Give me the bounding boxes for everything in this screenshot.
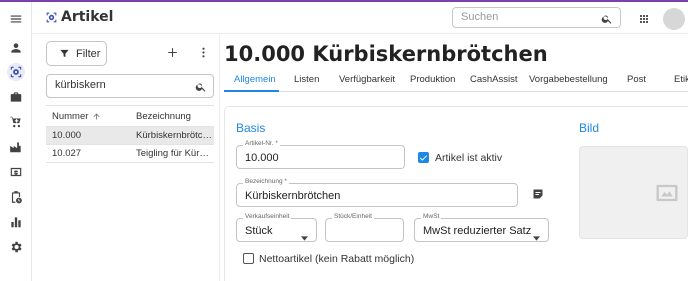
name-field[interactable]: Bezeichnung * Kürbiskernbrötchen [236,178,518,207]
app-title: Artikel [61,9,114,25]
check-icon [419,155,428,161]
sales-unit-select[interactable]: Verkaufseinheit Stück [236,213,317,242]
menu-icon[interactable] [7,10,25,28]
tab-post[interactable]: Post [627,74,646,85]
more-vertical-icon [201,47,205,57]
vat-select[interactable]: MwSt MwSt reduzierter Satz [414,213,549,242]
section-title-image: Bild [579,121,600,135]
page-title: 10.000 Kürbiskernbrötchen [224,42,548,66]
chevron-down-icon [533,228,540,246]
net-article-checkbox[interactable] [243,253,254,264]
sort-ascending-icon [93,113,100,119]
filter-icon [60,49,69,58]
row-description: Teigling für Kürbiskernbrötchen [136,148,214,159]
filter-button[interactable]: Filter [46,41,107,66]
column-header-number[interactable]: Nummer [46,111,130,122]
apps-grid-icon[interactable] [638,12,650,30]
detail-tabs: Allgemein Listen Verfügbarkeit Produktio… [224,68,688,92]
column-header-description[interactable]: Bezeichnung [130,111,214,122]
article-icon [45,11,58,24]
payment-icon[interactable] [7,163,25,181]
text-note-icon[interactable] [532,187,544,205]
chart-icon[interactable] [7,213,25,231]
search-icon[interactable] [195,80,207,98]
section-title-basis: Basis [236,121,266,135]
tab-etik[interactable]: Etik [674,74,688,85]
tab-produktion[interactable]: Produktion [410,74,455,85]
more-options-button[interactable] [196,43,210,61]
tab-cashassist[interactable]: CashAssist [470,74,518,85]
global-search[interactable] [452,7,621,28]
panel-divider [219,34,220,281]
briefcase-icon[interactable] [7,88,25,106]
search-icon[interactable] [601,12,613,30]
tab-allgemein[interactable]: Allgemein [234,74,276,85]
article-icon[interactable] [7,63,25,81]
cart-icon[interactable] [7,113,25,131]
active-checkbox[interactable] [418,152,429,163]
tab-listen[interactable]: Listen [294,74,319,85]
nav-rail [0,2,32,281]
vat-label: MwSt [421,213,442,220]
app-header: Artikel [33,2,688,34]
table-row[interactable]: 10.000 Kürbiskernbrötchen [46,127,214,145]
add-article-button[interactable] [163,43,181,61]
article-number-field[interactable]: Artikel-Nr. * 10.000 [236,140,405,169]
article-table: Nummer Bezeichnung 10.000 Kürbiskernbröt… [46,105,214,163]
article-number-value: 10.000 [245,152,279,164]
global-search-input[interactable] [461,11,591,23]
net-article-checkbox-label: Nettoartikel (kein Rabatt möglich) [259,253,415,265]
row-number: 10.027 [52,148,82,159]
plus-icon [167,47,177,57]
list-search[interactable] [46,74,214,98]
name-value: Kürbiskernbrötchen [245,190,341,202]
image-dropzone[interactable] [579,146,688,239]
avatar[interactable] [663,8,685,30]
tab-verfuegbarkeit[interactable]: Verfügbarkeit [339,74,395,85]
active-tab-indicator [224,90,279,92]
clipboard-clock-icon[interactable] [7,188,25,206]
article-number-label: Artikel-Nr. * [243,140,280,147]
sales-unit-label: Verkaufseinheit [243,213,292,220]
list-search-input[interactable] [55,79,185,91]
table-header: Nummer Bezeichnung [46,106,214,127]
active-checkbox-label: Artikel ist aktiv [435,152,503,164]
table-row[interactable]: 10.027 Teigling für Kürbiskernbrötchen [46,145,214,163]
vat-value: MwSt reduzierter Satz [423,225,532,237]
factory-icon[interactable] [7,138,25,156]
image-placeholder-icon [653,179,681,212]
row-number: 10.000 [52,130,82,141]
settings-icon[interactable] [7,238,25,256]
person-icon[interactable] [7,39,25,57]
pieces-per-unit-label: Stück/Einheit [332,213,374,220]
sales-unit-value: Stück [245,225,273,237]
chevron-down-icon [301,228,308,246]
name-label: Bezeichnung * [243,178,289,185]
pieces-per-unit-field[interactable]: Stück/Einheit [325,213,404,242]
filter-button-label: Filter [76,47,101,60]
tab-vorgabebestellung[interactable]: Vorgabebestellung [529,74,608,85]
row-description: Kürbiskernbrötchen [136,130,214,141]
